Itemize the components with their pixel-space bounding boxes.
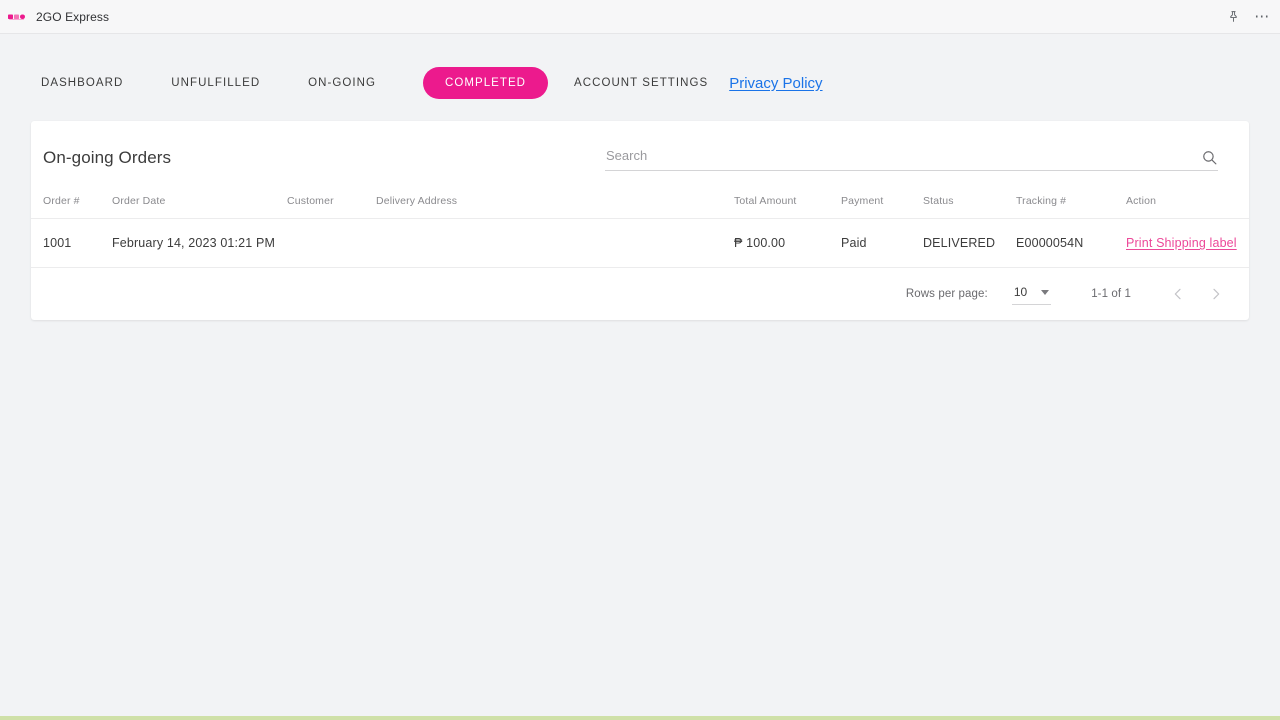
window-title: 2GO Express	[36, 9, 110, 24]
orders-table-body: 1001 February 14, 2023 01:21 PM ₱ 100.00…	[31, 218, 1249, 268]
card-header: On-going Orders	[31, 121, 1249, 183]
privacy-policy-link[interactable]: Privacy Policy	[729, 75, 822, 92]
chevron-down-icon	[1041, 289, 1050, 295]
nav-item-unfulfilled[interactable]: UNFULFILLED	[171, 67, 260, 99]
search-input[interactable]	[605, 148, 1218, 171]
2go-logo-icon	[8, 12, 27, 22]
bottom-accent-strip	[0, 716, 1280, 720]
orders-table: Order # Order Date Customer Delivery Add…	[31, 183, 1249, 268]
search-icon[interactable]	[1201, 149, 1218, 166]
column-header-payment: Payment	[841, 195, 884, 207]
rows-per-page-select[interactable]: 10	[1011, 283, 1052, 305]
page-title: On-going Orders	[43, 148, 172, 167]
column-header-address: Delivery Address	[376, 195, 458, 207]
titlebar-right-group: ⋯	[1225, 9, 1270, 25]
table-row[interactable]: 1001 February 14, 2023 01:21 PM ₱ 100.00…	[31, 218, 1249, 268]
rows-per-page-label: Rows per page:	[905, 288, 988, 300]
next-page-button[interactable]	[1201, 279, 1231, 309]
column-header-total: Total Amount	[734, 195, 797, 207]
cell-tracking-no: E0000054N	[1016, 218, 1126, 268]
nav-item-on-going[interactable]: ON-GOING	[308, 67, 376, 99]
pagination-range-label: 1-1 of 1	[1091, 288, 1131, 300]
cell-total: ₱ 100.00	[734, 218, 841, 268]
cell-status: DELIVERED	[923, 218, 1016, 268]
window-titlebar: 2GO Express ⋯	[0, 0, 1280, 34]
cell-action: Print Shipping label	[1126, 218, 1249, 268]
column-header-order-no: Order #	[43, 195, 80, 207]
cell-address	[376, 218, 734, 268]
table-pagination: Rows per page: 10 1-1 of 1	[31, 268, 1249, 320]
print-shipping-label-link[interactable]: Print Shipping label	[1126, 236, 1237, 250]
main-navigation: DASHBOARD UNFULFILLED ON-GOING COMPLETED…	[0, 34, 1280, 102]
cell-order-date: February 14, 2023 01:21 PM	[112, 218, 287, 268]
table-header-row: Order # Order Date Customer Delivery Add…	[31, 183, 1249, 219]
more-options-icon[interactable]: ⋯	[1254, 9, 1270, 25]
previous-page-button[interactable]	[1163, 279, 1193, 309]
titlebar-left-group: 2GO Express	[8, 10, 109, 24]
search-field-wrapper	[605, 148, 1218, 171]
nav-item-completed[interactable]: COMPLETED	[423, 67, 549, 99]
nav-item-account-settings[interactable]: ACCOUNT SETTINGS	[574, 67, 708, 99]
rows-per-page-value: 10	[1013, 285, 1028, 299]
column-header-status: Status	[923, 195, 954, 207]
column-header-customer: Customer	[287, 195, 334, 207]
column-header-order-date: Order Date	[112, 195, 166, 207]
orders-table-head: Order # Order Date Customer Delivery Add…	[31, 183, 1249, 219]
cell-customer	[287, 218, 376, 268]
column-header-action: Action	[1126, 195, 1157, 207]
pin-icon[interactable]	[1225, 9, 1241, 25]
cell-payment: Paid	[841, 218, 923, 268]
nav-item-dashboard[interactable]: DASHBOARD	[41, 67, 123, 99]
column-header-tracking-no: Tracking #	[1016, 195, 1067, 207]
cell-order-no: 1001	[31, 218, 112, 268]
orders-card: On-going Orders Order # Order Date Custo…	[31, 121, 1249, 320]
page-body: DASHBOARD UNFULFILLED ON-GOING COMPLETED…	[0, 34, 1280, 720]
